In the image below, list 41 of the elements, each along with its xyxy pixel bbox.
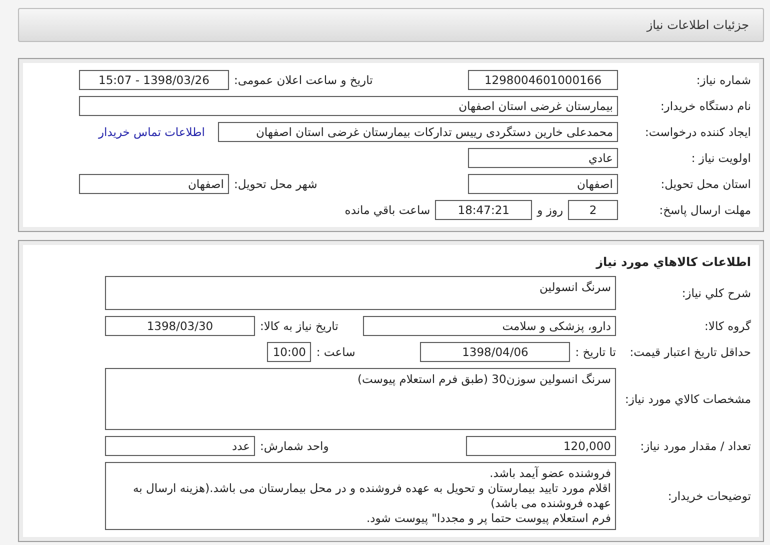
value-field: 1398/03/30 xyxy=(105,316,255,336)
value-field: دارو، پزشکی و سلامت xyxy=(363,316,616,336)
field-label: شرح کلي نیاز: xyxy=(680,286,751,300)
value-field: 10:00 xyxy=(267,342,312,362)
field-label: مشخصات کالاي مورد نیاز: xyxy=(624,392,751,406)
section-title: اطلاعات کالاهاي مورد نیاز xyxy=(594,254,751,271)
field-label: ایجاد کننده درخواست: xyxy=(644,125,751,139)
text-area: سرنگ انسولین xyxy=(105,276,616,310)
page-title: جزئیات اطلاعات نیاز xyxy=(646,18,749,32)
value-field: 18:47:21 xyxy=(435,200,532,220)
value-field: 1298004601000166 xyxy=(468,70,618,90)
field-label: گروه کالا: xyxy=(704,319,751,333)
field-label: شهر محل تحویل: xyxy=(234,177,318,191)
field-text: ساعت : xyxy=(316,345,356,359)
field-label: تاریخ و ساعت اعلان عمومی: xyxy=(234,73,373,87)
field-label: تاریخ نیاز به کالا: xyxy=(260,319,338,333)
field-label: اولویت نیاز : xyxy=(690,151,751,165)
field-label: استان محل تحویل: xyxy=(660,177,751,191)
field-label: حداقل تاریخ اعتبار قیمت: xyxy=(628,345,751,359)
field-label: مهلت ارسال پاسخ: xyxy=(658,203,751,217)
value-field: اصفهان xyxy=(79,174,229,194)
value-field: 120,000 xyxy=(466,436,616,456)
field-label: نام دستگاه خریدار: xyxy=(659,99,751,113)
value-field: 2 xyxy=(568,200,618,220)
value-field: بیمارستان غرضی استان اصفهان xyxy=(79,96,618,116)
value-field: محمدعلی خارین دستگردی رییس تدارکات بیمارستان غرضی استان اصفهان xyxy=(218,122,618,142)
field-text: ساعت باقي مانده xyxy=(344,203,430,217)
text-area: فروشنده عضو آیمد باشد. اقلام مورد تایید بیمارستان و تحویل به عهده فروشنده و در محل بیمارستان می باشد.(هزینه ارسال به عهده فروشنده می باشد) فرم استعلام پیوست حتما پر و مجددا" پیوست شود. xyxy=(105,462,616,530)
contact-link[interactable]: اطلاعات تماس خریدار xyxy=(98,125,205,139)
field-label: توضیحات خریدار: xyxy=(666,489,751,503)
text-area: سرنگ انسولین سوزن30 (طبق فرم استعلام پیوست) xyxy=(105,368,616,430)
field-label: تعداد / مقدار مورد نیاز: xyxy=(639,439,751,453)
field-label: شماره نیاز: xyxy=(695,73,751,87)
value-field: عادي xyxy=(468,148,618,168)
value-field: 1398/03/26 - 15:07 xyxy=(79,70,229,90)
value-field: اصفهان xyxy=(468,174,618,194)
field-text: روز و xyxy=(537,203,563,217)
value-field: عدد xyxy=(105,436,255,456)
value-field: 1398/04/06 xyxy=(420,342,570,362)
field-label: واحد شمارش: xyxy=(260,439,329,453)
field-text: تا تاریخ : xyxy=(575,345,616,359)
